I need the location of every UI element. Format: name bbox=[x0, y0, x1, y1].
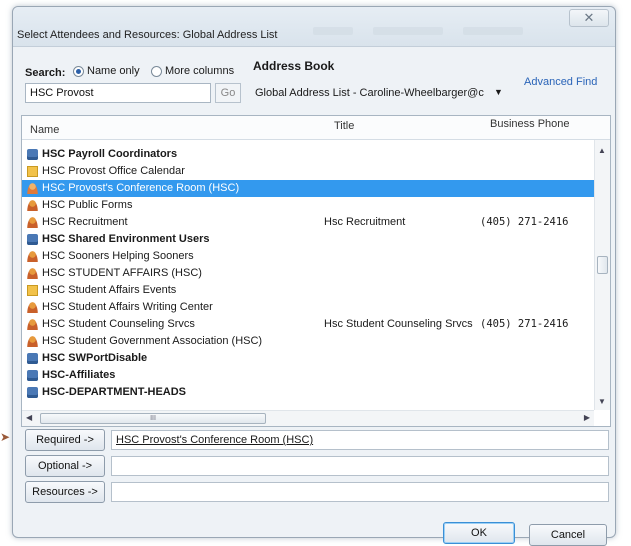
row-name: HSC Sooners Helping Sooners bbox=[42, 250, 194, 262]
column-header-name[interactable]: Name bbox=[30, 124, 59, 136]
person-icon bbox=[27, 319, 38, 330]
horizontal-scroll-thumb[interactable]: III bbox=[40, 413, 266, 424]
row-name: HSC Provost's Conference Room (HSC) bbox=[42, 182, 240, 194]
scroll-up-icon[interactable]: ▲ bbox=[598, 146, 606, 155]
radio-name-only[interactable]: Name only bbox=[73, 65, 140, 77]
select-attendees-dialog: Select Attendees and Resources: Global A… bbox=[12, 6, 616, 546]
row-name: HSC Student Government Association (HSC) bbox=[42, 335, 263, 347]
table-row[interactable]: HSC Public Forms bbox=[22, 197, 595, 214]
background-blur bbox=[313, 27, 353, 35]
background-blur bbox=[373, 27, 443, 35]
row-name: HSC Student Affairs Events bbox=[42, 284, 177, 296]
table-row[interactable]: HSC-DEPARTMENT-HEADS bbox=[22, 384, 595, 401]
table-row[interactable]: HSC-Affiliates bbox=[22, 367, 595, 384]
table-row[interactable]: HSC Provost's Conference Room (HSC) bbox=[22, 180, 595, 197]
background-blur bbox=[463, 27, 523, 35]
vertical-scroll-thumb[interactable] bbox=[597, 256, 608, 274]
person-icon bbox=[27, 336, 38, 347]
table-row[interactable]: HSC Student Counseling Srvcs Hsc Student … bbox=[22, 316, 595, 333]
title-bar: Select Attendees and Resources: Global A… bbox=[13, 7, 615, 47]
table-row[interactable]: HSC Student Affairs Events bbox=[22, 282, 595, 299]
person-icon bbox=[27, 217, 38, 228]
row-name: HSC Student Counseling Srvcs bbox=[42, 318, 195, 330]
grid-header: Name Title Business Phone bbox=[22, 116, 610, 140]
row-name: HSC Public Forms bbox=[42, 199, 133, 211]
optional-field[interactable] bbox=[111, 456, 609, 476]
vertical-scrollbar[interactable]: ▲ ▼ bbox=[594, 140, 610, 410]
group-icon bbox=[27, 149, 38, 160]
group-icon bbox=[27, 353, 38, 364]
row-name: HSC-Affiliates bbox=[42, 369, 116, 381]
table-row[interactable]: HSC Provost Office Calendar bbox=[22, 163, 595, 180]
cancel-button[interactable]: Cancel bbox=[529, 524, 607, 546]
row-name: HSC SWPortDisable bbox=[42, 352, 148, 364]
person-icon bbox=[27, 268, 38, 279]
group-icon bbox=[27, 370, 38, 381]
row-name: HSC Payroll Coordinators bbox=[42, 148, 178, 160]
room-icon bbox=[27, 183, 38, 194]
calendar-icon bbox=[27, 166, 38, 177]
advanced-find-link[interactable]: Advanced Find bbox=[524, 76, 597, 88]
address-list-rows: HSC Payroll Coordinators HSC Provost Offi… bbox=[22, 146, 595, 401]
address-book-dropdown[interactable]: Global Address List - Caroline-Wheelbarg… bbox=[255, 83, 491, 103]
address-list-grid: Name Title Business Phone HSC Payroll Co… bbox=[21, 115, 611, 427]
row-name: HSC STUDENT AFFAIRS (HSC) bbox=[42, 267, 202, 279]
table-row[interactable]: HSC Payroll Coordinators bbox=[22, 146, 595, 163]
person-icon bbox=[27, 200, 38, 211]
table-row[interactable]: HSC Student Affairs Writing Center bbox=[22, 299, 595, 316]
resources-field[interactable] bbox=[111, 482, 609, 502]
row-title: Hsc Recruitment bbox=[324, 216, 406, 228]
required-recipient[interactable]: HSC Provost's Conference Room (HSC) bbox=[116, 434, 313, 446]
go-button[interactable]: Go bbox=[215, 83, 241, 103]
radio-more-columns-indicator[interactable] bbox=[151, 65, 162, 77]
row-name: HSC Student Affairs Writing Center bbox=[42, 301, 213, 313]
resources-button[interactable]: Resources -> bbox=[25, 481, 105, 503]
group-icon bbox=[27, 234, 38, 245]
row-name: HSC Provost Office Calendar bbox=[42, 165, 185, 177]
radio-name-only-label: Name only bbox=[87, 65, 140, 77]
required-field[interactable]: HSC Provost's Conference Room (HSC) bbox=[111, 430, 609, 450]
chevron-down-icon[interactable]: ▼ bbox=[494, 87, 503, 97]
search-label: Search: bbox=[25, 67, 66, 79]
scroll-left-icon[interactable]: ◀ bbox=[26, 413, 32, 422]
close-icon[interactable]: ✕ bbox=[569, 9, 609, 27]
search-input[interactable] bbox=[25, 83, 211, 103]
row-name: HSC Recruitment bbox=[42, 216, 128, 228]
scroll-right-icon[interactable]: ▶ bbox=[584, 413, 590, 422]
radio-more-columns[interactable]: More columns bbox=[151, 65, 234, 77]
table-row[interactable]: HSC STUDENT AFFAIRS (HSC) bbox=[22, 265, 595, 282]
row-title: Hsc Student Counseling Srvcs bbox=[324, 318, 473, 330]
table-row[interactable]: HSC Recruitment Hsc Recruitment (405) 271-… bbox=[22, 214, 595, 231]
row-name: HSC-DEPARTMENT-HEADS bbox=[42, 386, 187, 398]
table-row[interactable]: HSC SWPortDisable bbox=[22, 350, 595, 367]
person-icon bbox=[27, 302, 38, 313]
radio-name-only-indicator[interactable] bbox=[73, 65, 84, 77]
column-header-title[interactable]: Title bbox=[334, 120, 354, 132]
optional-button[interactable]: Optional -> bbox=[25, 455, 105, 477]
ok-button[interactable]: OK bbox=[443, 522, 515, 544]
calendar-icon bbox=[27, 285, 38, 296]
group-icon bbox=[27, 387, 38, 398]
radio-more-columns-label: More columns bbox=[165, 65, 235, 77]
horizontal-scrollbar[interactable]: ◀ III ▶ bbox=[22, 410, 594, 426]
scroll-down-icon[interactable]: ▼ bbox=[598, 397, 606, 406]
row-phone: (405) 271-2416 bbox=[480, 216, 569, 228]
table-row[interactable]: HSC Sooners Helping Sooners bbox=[22, 248, 595, 265]
person-icon bbox=[27, 251, 38, 262]
address-book-label: Address Book bbox=[253, 59, 335, 73]
row-name: HSC Shared Environment Users bbox=[42, 233, 210, 245]
row-phone: (405) 271-2416 bbox=[480, 318, 569, 330]
required-button[interactable]: Required -> bbox=[25, 429, 105, 451]
column-header-business-phone[interactable]: Business Phone bbox=[490, 118, 570, 130]
window-title: Select Attendees and Resources: Global A… bbox=[17, 29, 278, 41]
table-row[interactable]: HSC Shared Environment Users bbox=[22, 231, 595, 248]
table-row[interactable]: HSC Student Government Association (HSC) bbox=[22, 333, 595, 350]
